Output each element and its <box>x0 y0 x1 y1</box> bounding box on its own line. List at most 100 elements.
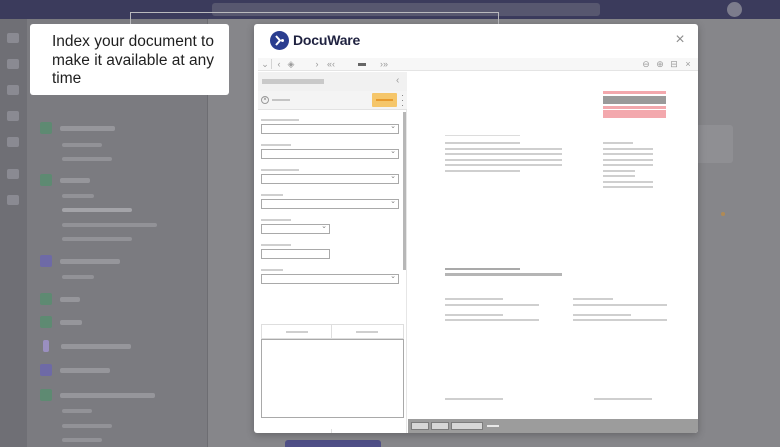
index-field-5[interactable]: ⌄ <box>261 223 330 234</box>
index-field-7[interactable]: ⌄ <box>261 273 399 284</box>
panel-tabs <box>261 324 404 339</box>
document-line <box>603 175 635 177</box>
list-item <box>62 438 102 442</box>
list-item <box>40 364 110 376</box>
chevron-down-icon[interactable]: ⌄ <box>261 58 269 70</box>
list-item <box>40 255 120 267</box>
document-line <box>594 398 652 400</box>
list-item <box>62 194 94 198</box>
document-line <box>445 159 562 161</box>
callout-text: Index your document to make it available… <box>52 33 214 87</box>
document-line <box>573 304 667 306</box>
clear-label <box>272 99 290 101</box>
field-label <box>261 244 291 246</box>
document-line <box>603 181 653 183</box>
document-line <box>445 319 539 321</box>
viewer-toolbar: ⌄ ‹ ◈ › «‹ ›» ⊖ ⊕ ⊟ × <box>258 58 698 71</box>
onboarding-callout: Index your document to make it available… <box>30 24 229 95</box>
document-line <box>445 170 520 172</box>
document-line <box>445 304 539 306</box>
fit-page-icon[interactable]: ⊟ <box>669 58 679 70</box>
list-item <box>40 293 80 305</box>
compose-button <box>285 440 381 447</box>
document-line <box>445 314 503 316</box>
document-line <box>573 298 613 300</box>
index-panel: ‹ × · · · ⌄ ⌄ ⌄ ⌄ ⌄ ⌄ <box>258 72 407 433</box>
avatar <box>727 2 742 17</box>
index-actions-bar: × · · · <box>258 91 407 110</box>
document-line <box>603 186 653 188</box>
field-label <box>261 144 291 146</box>
page-number[interactable] <box>358 63 366 66</box>
viewer-status-bar <box>408 419 698 433</box>
field-label <box>261 269 283 271</box>
list-item <box>62 208 132 212</box>
stamp-line <box>603 96 666 104</box>
store-button[interactable] <box>372 93 397 107</box>
document-line <box>445 135 520 136</box>
index-field-1[interactable]: ⌄ <box>261 123 399 134</box>
field-label <box>261 194 283 196</box>
index-field-6[interactable] <box>261 249 330 259</box>
list-item <box>62 157 112 161</box>
chevron-left-icon[interactable]: ‹ <box>275 58 283 70</box>
document-line <box>603 148 653 150</box>
status-indicator <box>487 425 499 427</box>
list-item <box>40 174 90 186</box>
document-line <box>445 298 503 300</box>
status-dot <box>721 212 725 216</box>
document-line <box>603 159 653 161</box>
status-button[interactable] <box>451 422 483 430</box>
list-item <box>62 409 92 413</box>
document-line <box>573 319 667 321</box>
list-item <box>62 237 132 241</box>
tab-2[interactable] <box>356 331 378 333</box>
zoom-in-icon[interactable]: ⊕ <box>655 58 665 70</box>
close-icon[interactable]: × <box>673 32 687 48</box>
stamp-line <box>603 110 666 118</box>
first-page-button[interactable]: «‹ <box>324 58 338 70</box>
docuware-logo-icon <box>270 31 289 50</box>
dialog-header: DocuWare × <box>254 24 698 58</box>
index-panel-header: ‹ <box>258 72 407 91</box>
list-item <box>62 223 157 227</box>
list-item <box>40 389 155 401</box>
panel-title <box>262 79 324 84</box>
field-label <box>261 169 299 171</box>
index-field-4[interactable]: ⌄ <box>261 198 399 209</box>
notes-textarea[interactable] <box>261 339 404 418</box>
last-page-button[interactable]: ›» <box>377 58 391 70</box>
list-item <box>40 340 131 352</box>
docuware-dialog: DocuWare × ⌄ ‹ ◈ › «‹ ›» ⊖ ⊕ ⊟ × ‹ × · · ·… <box>254 24 698 433</box>
document-heading <box>445 273 562 276</box>
document-line <box>445 153 562 155</box>
more-icon[interactable]: · · · <box>401 91 404 110</box>
list-item <box>62 424 112 428</box>
document-line <box>445 142 520 144</box>
document-line <box>603 142 633 144</box>
index-field-3[interactable]: ⌄ <box>261 173 399 184</box>
next-page-button[interactable]: › <box>313 58 321 70</box>
stamp-line <box>603 91 666 94</box>
tab-1[interactable] <box>286 331 308 333</box>
clear-icon[interactable]: × <box>261 96 269 104</box>
panel-scrollbar[interactable] <box>403 112 406 270</box>
list-item <box>40 122 115 134</box>
brand-name: DocuWare <box>293 32 361 48</box>
document-line <box>573 314 631 316</box>
chevron-left-icon[interactable]: ‹ <box>396 75 399 86</box>
document-viewer[interactable] <box>408 72 698 419</box>
zoom-out-icon[interactable]: ⊖ <box>641 58 651 70</box>
document-heading <box>445 268 520 270</box>
field-label <box>261 119 299 121</box>
list-item <box>40 316 82 328</box>
stamp-line <box>603 106 666 109</box>
index-field-2[interactable]: ⌄ <box>261 148 399 159</box>
stack-icon[interactable]: ◈ <box>286 58 296 70</box>
close-viewer-icon[interactable]: × <box>683 58 693 70</box>
list-item <box>62 275 94 279</box>
app-rail <box>0 19 27 447</box>
status-button[interactable] <box>411 422 429 430</box>
list-item <box>62 143 102 147</box>
status-button[interactable] <box>431 422 449 430</box>
